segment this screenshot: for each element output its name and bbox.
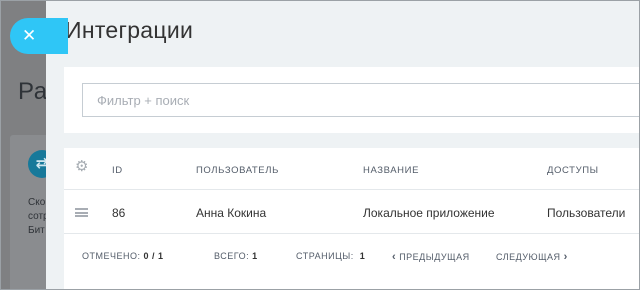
prev-page-button[interactable]: ‹ ПРЕДЫДУЩАЯ <box>392 251 470 263</box>
chevron-left-icon: ‹ <box>392 251 397 263</box>
close-icon: ✕ <box>22 26 37 45</box>
column-header-name[interactable]: НАЗВАНИЕ <box>363 165 419 176</box>
filter-search-input[interactable] <box>82 83 640 117</box>
cell-access: Пользователи <box>547 206 626 220</box>
grid-header: ⚙ ID ПОЛЬЗОВАТЕЛЬ НАЗВАНИЕ ДОСТУПЫ <box>64 148 640 190</box>
total-counter: ВСЕГО: 1 <box>214 251 258 261</box>
pages-label: СТРАНИЦЫ: <box>296 251 354 261</box>
gear-icon[interactable]: ⚙ <box>75 159 89 174</box>
next-page-button[interactable]: СЛЕДУЮЩАЯ › <box>496 251 568 263</box>
prev-page-label: ПРЕДЫДУЩАЯ <box>399 252 470 262</box>
integrations-grid: ⚙ ID ПОЛЬЗОВАТЕЛЬ НАЗВАНИЕ ДОСТУПЫ 86 Ан… <box>64 148 640 290</box>
checked-label: ОТМЕЧЕНО: <box>82 251 141 261</box>
pages-counter: СТРАНИЦЫ: 1 <box>296 251 365 261</box>
total-label: ВСЕГО: <box>214 251 250 261</box>
chevron-right-icon: › <box>563 251 568 263</box>
next-page-label: СЛЕДУЮЩАЯ <box>496 252 561 262</box>
page-title: Интеграции <box>65 17 194 43</box>
cell-name: Локальное приложение <box>363 206 495 220</box>
integrations-slider: Интеграции ⚙ ID ПОЛЬЗОВАТЕЛЬ НАЗВАНИЕ ДО… <box>46 0 640 290</box>
column-header-id[interactable]: ID <box>112 165 123 176</box>
column-header-access[interactable]: ДОСТУПЫ <box>547 165 599 176</box>
filter-panel <box>64 67 640 133</box>
checked-value: 0 / 1 <box>143 251 164 261</box>
total-value: 1 <box>252 251 258 261</box>
close-slider-button[interactable]: ✕ <box>10 18 68 54</box>
checked-counter: ОТМЕЧЕНО: 0 / 1 <box>82 251 164 261</box>
cell-id: 86 <box>112 206 126 220</box>
table-row[interactable]: 86 Анна Кокина Локальное приложение Поль… <box>64 191 640 234</box>
grid-footer: ОТМЕЧЕНО: 0 / 1 ВСЕГО: 1 СТРАНИЦЫ: 1 ‹ П… <box>64 235 640 277</box>
pages-value: 1 <box>359 251 366 261</box>
cell-user: Анна Кокина <box>196 206 267 220</box>
background-page-title: Ра <box>18 78 48 105</box>
drag-handle-icon[interactable] <box>75 208 88 217</box>
column-header-user[interactable]: ПОЛЬЗОВАТЕЛЬ <box>196 165 279 176</box>
background-card-text: Бит <box>28 225 45 236</box>
background-card-text: Ско <box>28 197 46 208</box>
background-card-text: сотр <box>28 211 48 222</box>
